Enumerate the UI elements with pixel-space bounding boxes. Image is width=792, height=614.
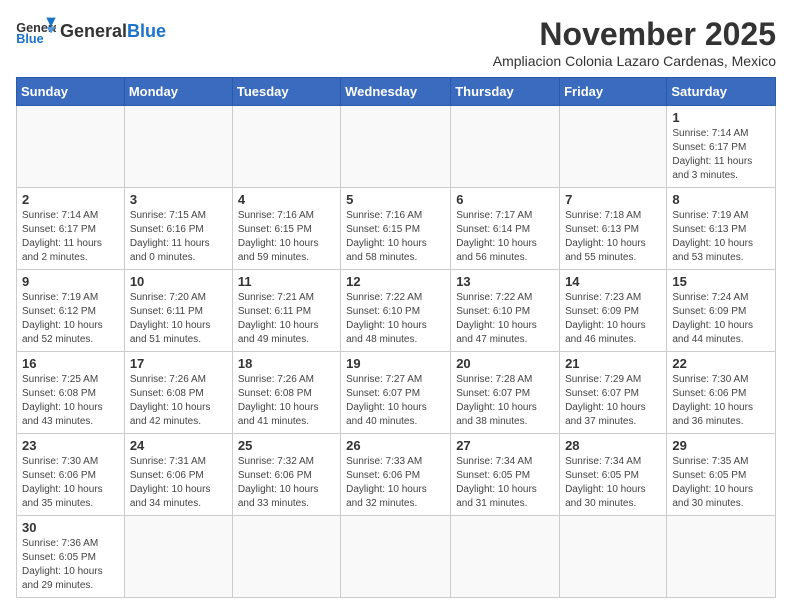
day-25: 25 Sunrise: 7:32 AMSunset: 6:06 PMDaylig… <box>232 434 340 516</box>
day-19: 19 Sunrise: 7:27 AMSunset: 6:07 PMDaylig… <box>341 352 451 434</box>
calendar-row-1: 1 Sunrise: 7:14 AMSunset: 6:17 PMDayligh… <box>17 106 776 188</box>
day-4: 4 Sunrise: 7:16 AMSunset: 6:15 PMDayligh… <box>232 188 340 270</box>
calendar-table: Sunday Monday Tuesday Wednesday Thursday… <box>16 77 776 598</box>
day-23: 23 Sunrise: 7:30 AMSunset: 6:06 PMDaylig… <box>17 434 125 516</box>
empty-cell <box>17 106 125 188</box>
header-monday: Monday <box>124 78 232 106</box>
day-5: 5 Sunrise: 7:16 AMSunset: 6:15 PMDayligh… <box>341 188 451 270</box>
header-saturday: Saturday <box>667 78 776 106</box>
location-subtitle: Ampliacion Colonia Lazaro Cardenas, Mexi… <box>493 53 776 69</box>
empty-cell <box>560 106 667 188</box>
day-1: 1 Sunrise: 7:14 AMSunset: 6:17 PMDayligh… <box>667 106 776 188</box>
calendar-row-3: 9 Sunrise: 7:19 AMSunset: 6:12 PMDayligh… <box>17 270 776 352</box>
page-header: General Blue GeneralBlue November 2025 A… <box>16 16 776 69</box>
header-tuesday: Tuesday <box>232 78 340 106</box>
day-7: 7 Sunrise: 7:18 AMSunset: 6:13 PMDayligh… <box>560 188 667 270</box>
day-6: 6 Sunrise: 7:17 AMSunset: 6:14 PMDayligh… <box>451 188 560 270</box>
day-14: 14 Sunrise: 7:23 AMSunset: 6:09 PMDaylig… <box>560 270 667 352</box>
logo-text: GeneralBlue <box>60 21 166 42</box>
calendar-row-6: 30 Sunrise: 7:36 AMSunset: 6:05 PMDaylig… <box>17 516 776 598</box>
empty-cell <box>232 516 340 598</box>
month-title: November 2025 <box>493 16 776 53</box>
day-16: 16 Sunrise: 7:25 AMSunset: 6:08 PMDaylig… <box>17 352 125 434</box>
day-18: 18 Sunrise: 7:26 AMSunset: 6:08 PMDaylig… <box>232 352 340 434</box>
day-26: 26 Sunrise: 7:33 AMSunset: 6:06 PMDaylig… <box>341 434 451 516</box>
title-area: November 2025 Ampliacion Colonia Lazaro … <box>493 16 776 69</box>
svg-text:Blue: Blue <box>16 32 43 46</box>
day-29: 29 Sunrise: 7:35 AMSunset: 6:05 PMDaylig… <box>667 434 776 516</box>
day-15: 15 Sunrise: 7:24 AMSunset: 6:09 PMDaylig… <box>667 270 776 352</box>
day-9: 9 Sunrise: 7:19 AMSunset: 6:12 PMDayligh… <box>17 270 125 352</box>
day-22: 22 Sunrise: 7:30 AMSunset: 6:06 PMDaylig… <box>667 352 776 434</box>
logo-icon: General Blue <box>16 16 56 46</box>
day-11: 11 Sunrise: 7:21 AMSunset: 6:11 PMDaylig… <box>232 270 340 352</box>
header-sunday: Sunday <box>17 78 125 106</box>
day-8: 8 Sunrise: 7:19 AMSunset: 6:13 PMDayligh… <box>667 188 776 270</box>
empty-cell <box>341 516 451 598</box>
header-thursday: Thursday <box>451 78 560 106</box>
day-17: 17 Sunrise: 7:26 AMSunset: 6:08 PMDaylig… <box>124 352 232 434</box>
day-13: 13 Sunrise: 7:22 AMSunset: 6:10 PMDaylig… <box>451 270 560 352</box>
calendar-row-5: 23 Sunrise: 7:30 AMSunset: 6:06 PMDaylig… <box>17 434 776 516</box>
empty-cell <box>451 516 560 598</box>
day-3: 3 Sunrise: 7:15 AMSunset: 6:16 PMDayligh… <box>124 188 232 270</box>
empty-cell <box>451 106 560 188</box>
calendar-row-2: 2 Sunrise: 7:14 AMSunset: 6:17 PMDayligh… <box>17 188 776 270</box>
header-friday: Friday <box>560 78 667 106</box>
empty-cell <box>667 516 776 598</box>
day-30: 30 Sunrise: 7:36 AMSunset: 6:05 PMDaylig… <box>17 516 125 598</box>
day-10: 10 Sunrise: 7:20 AMSunset: 6:11 PMDaylig… <box>124 270 232 352</box>
empty-cell <box>341 106 451 188</box>
header-wednesday: Wednesday <box>341 78 451 106</box>
empty-cell <box>124 106 232 188</box>
day-12: 12 Sunrise: 7:22 AMSunset: 6:10 PMDaylig… <box>341 270 451 352</box>
weekday-header-row: Sunday Monday Tuesday Wednesday Thursday… <box>17 78 776 106</box>
day-2: 2 Sunrise: 7:14 AMSunset: 6:17 PMDayligh… <box>17 188 125 270</box>
empty-cell <box>560 516 667 598</box>
logo: General Blue GeneralBlue <box>16 16 166 46</box>
day-27: 27 Sunrise: 7:34 AMSunset: 6:05 PMDaylig… <box>451 434 560 516</box>
day-24: 24 Sunrise: 7:31 AMSunset: 6:06 PMDaylig… <box>124 434 232 516</box>
calendar-row-4: 16 Sunrise: 7:25 AMSunset: 6:08 PMDaylig… <box>17 352 776 434</box>
empty-cell <box>232 106 340 188</box>
day-20: 20 Sunrise: 7:28 AMSunset: 6:07 PMDaylig… <box>451 352 560 434</box>
day-21: 21 Sunrise: 7:29 AMSunset: 6:07 PMDaylig… <box>560 352 667 434</box>
empty-cell <box>124 516 232 598</box>
day-28: 28 Sunrise: 7:34 AMSunset: 6:05 PMDaylig… <box>560 434 667 516</box>
